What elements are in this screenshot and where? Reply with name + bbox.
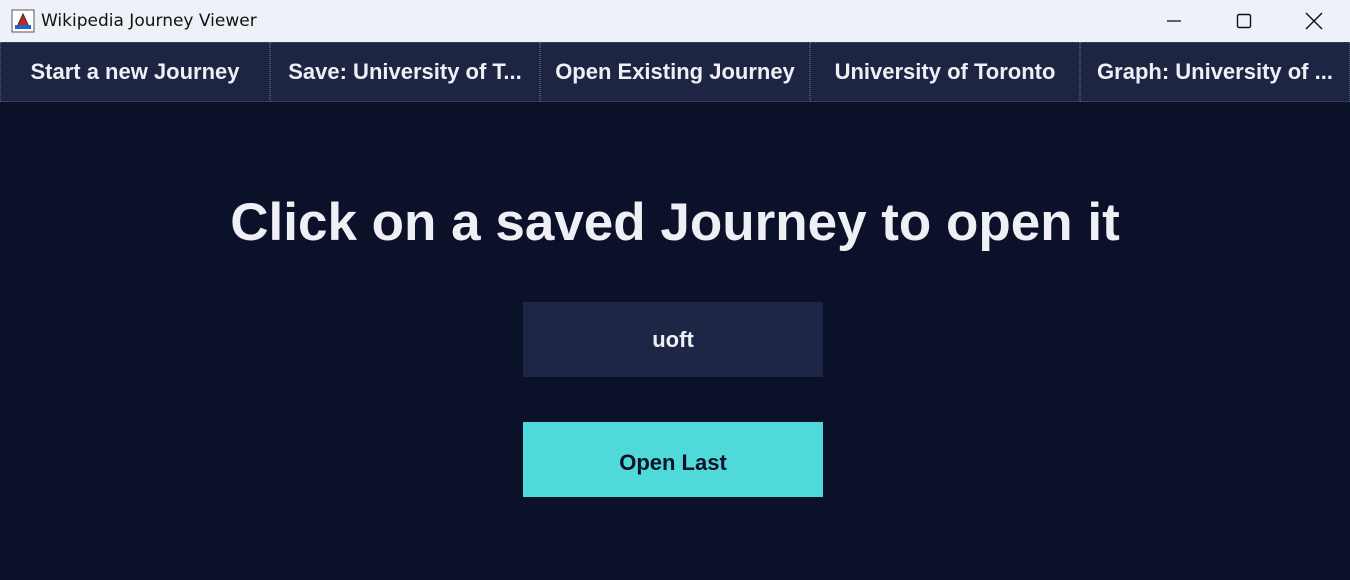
close-icon <box>1305 12 1323 30</box>
window-title: Wikipedia Journey Viewer <box>41 11 257 31</box>
open-last-button[interactable]: Open Last <box>523 422 823 497</box>
java-app-icon <box>11 9 35 33</box>
app-window: Wikipedia Journey Viewer Start a new Jou… <box>0 0 1350 580</box>
tab-bar: Start a new Journey Save: University of … <box>0 42 1350 102</box>
saved-journey-button[interactable]: uoft <box>523 302 823 377</box>
tab-graph[interactable]: Graph: University of ... <box>1080 42 1350 102</box>
minimize-icon <box>1167 20 1181 22</box>
title-bar: Wikipedia Journey Viewer <box>0 0 1350 42</box>
tab-university-of-toronto[interactable]: University of Toronto <box>810 42 1080 102</box>
maximize-icon <box>1236 13 1252 29</box>
maximize-button[interactable] <box>1209 0 1279 42</box>
tab-start-new-journey[interactable]: Start a new Journey <box>0 42 270 102</box>
minimize-button[interactable] <box>1139 0 1209 42</box>
tab-open-existing-journey[interactable]: Open Existing Journey <box>540 42 810 102</box>
page-heading: Click on a saved Journey to open it <box>230 193 1120 252</box>
tab-save-journey[interactable]: Save: University of T... <box>270 42 540 102</box>
close-button[interactable] <box>1279 0 1349 42</box>
